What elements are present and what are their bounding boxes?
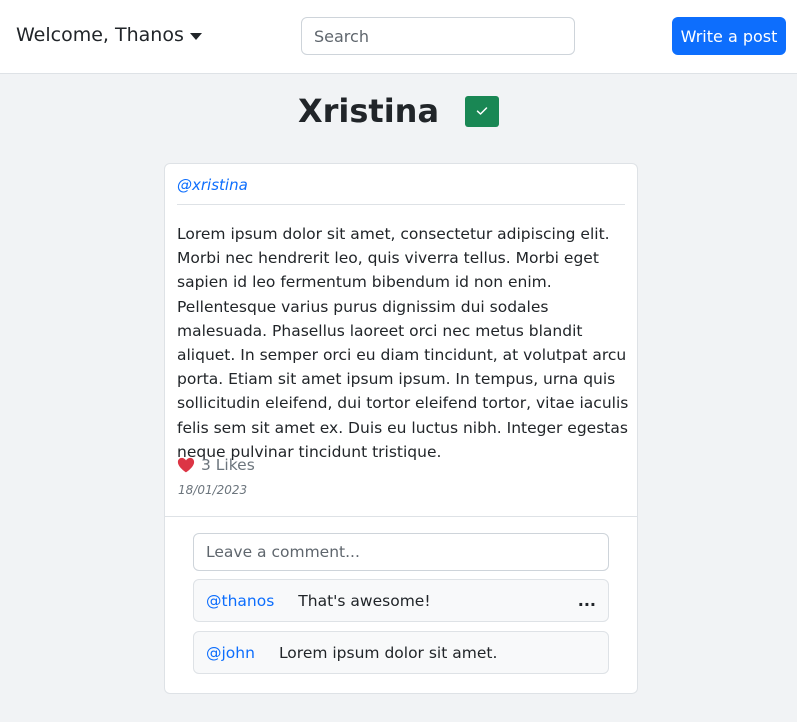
divider xyxy=(165,516,637,517)
post-body: Lorem ipsum dolor sit amet, consectetur … xyxy=(177,225,629,461)
caret-down-icon xyxy=(189,32,202,40)
write-post-button[interactable]: Write a post xyxy=(672,17,786,55)
top-navbar: Welcome, Thanos Write a post xyxy=(0,0,797,74)
comment-item: @thanos That's awesome! ... xyxy=(193,579,609,622)
comment-item: @john Lorem ipsum dolor sit amet. xyxy=(193,631,609,674)
verified-badge xyxy=(465,95,500,127)
comment-user[interactable]: @john xyxy=(206,644,255,662)
comment-text: Lorem ipsum dolor sit amet. xyxy=(278,643,498,662)
user-menu-dropdown[interactable]: Welcome, Thanos xyxy=(16,24,202,46)
welcome-label: Welcome, Thanos xyxy=(16,24,184,46)
likes-row: 3 Likes xyxy=(177,456,255,474)
more-options-icon[interactable]: ... xyxy=(578,591,596,610)
divider xyxy=(177,204,625,205)
check-icon xyxy=(476,107,488,115)
post-card: @xristina Lorem ipsum dolor sit amet, co… xyxy=(164,163,638,694)
profile-header: Xristina xyxy=(0,88,797,134)
post-date: 18/01/2023 xyxy=(178,483,248,497)
comment-user[interactable]: @thanos xyxy=(206,592,274,610)
profile-name: Xristina xyxy=(297,92,440,130)
heart-icon[interactable] xyxy=(177,457,195,473)
likes-count: 3 Likes xyxy=(201,456,255,474)
comment-input[interactable] xyxy=(193,533,609,571)
post-author-handle[interactable]: @xristina xyxy=(177,176,248,194)
search-input[interactable] xyxy=(301,17,575,55)
comment-text: That's awesome! xyxy=(298,591,431,610)
